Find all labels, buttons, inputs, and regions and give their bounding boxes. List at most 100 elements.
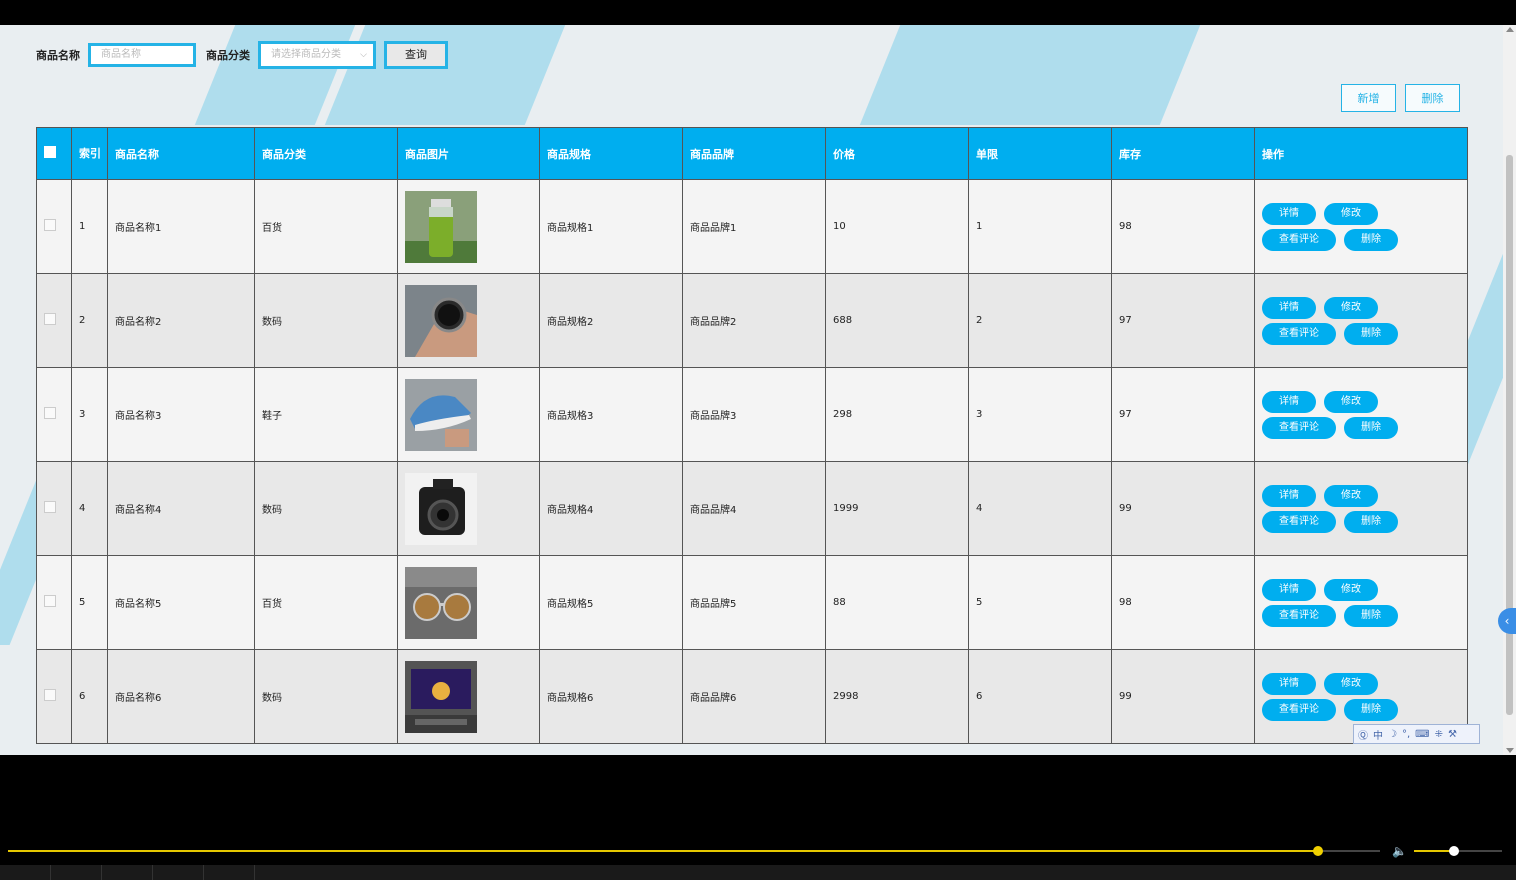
table-row: 4 商品名称4 数码 商品规格4 商品品牌4 1999 4 99 详情 修改 查看评论 删除 — [36, 461, 1468, 556]
add-button[interactable]: 新增 — [1341, 84, 1396, 112]
cell-spec: 商品规格4 — [539, 461, 683, 556]
detail-button[interactable]: 详情 — [1262, 672, 1316, 695]
detail-button[interactable]: 详情 — [1262, 296, 1316, 319]
top-black-bar — [0, 0, 1516, 25]
view-comments-button[interactable]: 查看评论 — [1262, 416, 1336, 439]
row-checkbox[interactable] — [44, 313, 56, 325]
punctuation-icon[interactable]: °, — [1402, 729, 1410, 740]
wrench-icon[interactable]: ⚒ — [1448, 729, 1457, 740]
row-checkbox[interactable] — [44, 595, 56, 607]
row-select-cell — [36, 555, 72, 650]
row-select-cell — [36, 273, 72, 368]
detail-button[interactable]: 详情 — [1262, 202, 1316, 225]
table-row: 2 商品名称2 数码 商品规格2 商品品牌2 688 2 97 详情 修改 查看评论 删除 — [36, 273, 1468, 368]
cell-ops: 详情 修改查看评论 删除 — [1254, 555, 1468, 650]
view-comments-button[interactable]: 查看评论 — [1262, 604, 1336, 627]
vertical-scrollbar[interactable] — [1503, 25, 1516, 755]
row-checkbox[interactable] — [44, 501, 56, 513]
progress-knob[interactable] — [1313, 846, 1324, 856]
cell-stock: 99 — [1111, 649, 1255, 744]
delete-row-button[interactable]: 删除 — [1344, 510, 1398, 533]
cell-name: 商品名称5 — [107, 555, 255, 650]
volume-slider[interactable] — [1414, 846, 1502, 856]
edit-button[interactable]: 修改 — [1324, 484, 1378, 507]
cell-name: 商品名称2 — [107, 273, 255, 368]
name-label: 商品名称 — [36, 49, 80, 62]
header-ops: 操作 — [1254, 127, 1468, 180]
moon-icon[interactable]: ☽ — [1388, 729, 1397, 740]
ime-mode[interactable]: 中 — [1373, 727, 1383, 742]
edit-button[interactable]: 修改 — [1324, 202, 1378, 225]
product-table: 索引 商品名称 商品分类 商品图片 商品规格 商品品牌 价格 单限 库存 操作 … — [36, 127, 1468, 744]
search-bar: 商品名称 商品名称 商品分类 请选择商品分类 ⌵ 查询 — [36, 40, 448, 70]
table-row: 3 商品名称3 鞋子 商品规格3 商品品牌3 298 3 97 详情 修改 查看评论 删除 — [36, 367, 1468, 462]
detail-button[interactable]: 详情 — [1262, 484, 1316, 507]
scroll-up-icon[interactable] — [1506, 27, 1514, 32]
ime-logo-icon: Ⓠ — [1358, 730, 1368, 742]
table-row: 1 商品名称1 百货 商品规格1 商品品牌1 10 1 98 详情 修改 查看评论 删除 — [36, 179, 1468, 274]
toolbox-icon[interactable]: ⁜ — [1435, 729, 1443, 740]
delete-row-button[interactable]: 删除 — [1344, 228, 1398, 251]
cell-brand: 商品品牌5 — [682, 555, 826, 650]
cell-brand: 商品品牌3 — [682, 367, 826, 462]
cell-limit: 4 — [968, 461, 1112, 556]
cell-ops: 详情 修改查看评论 删除 — [1254, 461, 1468, 556]
name-search-input[interactable]: 商品名称 — [88, 43, 196, 67]
volume-knob[interactable] — [1448, 846, 1459, 856]
header-image: 商品图片 — [397, 127, 540, 180]
cell-index: 4 — [71, 461, 108, 556]
detail-button[interactable]: 详情 — [1262, 578, 1316, 601]
row-checkbox[interactable] — [44, 689, 56, 701]
header-limit: 单限 — [968, 127, 1112, 180]
header-name: 商品名称 — [107, 127, 255, 180]
keyboard-icon[interactable]: ⌨ — [1415, 729, 1429, 740]
cell-spec: 商品规格3 — [539, 367, 683, 462]
product-image — [405, 472, 477, 545]
cell-limit: 3 — [968, 367, 1112, 462]
row-select-cell — [36, 461, 72, 556]
edit-button[interactable]: 修改 — [1324, 672, 1378, 695]
cell-category: 百货 — [254, 555, 398, 650]
chevron-down-icon: ⌵ — [360, 50, 367, 60]
product-image — [405, 190, 477, 263]
view-comments-button[interactable]: 查看评论 — [1262, 510, 1336, 533]
cell-image — [397, 179, 540, 274]
delete-row-button[interactable]: 删除 — [1344, 604, 1398, 627]
cell-index: 5 — [71, 555, 108, 650]
scroll-down-icon[interactable] — [1506, 748, 1514, 753]
delete-row-button[interactable]: 删除 — [1344, 416, 1398, 439]
view-comments-button[interactable]: 查看评论 — [1262, 228, 1336, 251]
edit-button[interactable]: 修改 — [1324, 296, 1378, 319]
edit-button[interactable]: 修改 — [1324, 578, 1378, 601]
query-button[interactable]: 查询 — [384, 41, 448, 69]
cell-stock: 98 — [1111, 555, 1255, 650]
detail-button[interactable]: 详情 — [1262, 390, 1316, 413]
batch-delete-button[interactable]: 删除 — [1405, 84, 1460, 112]
header-category: 商品分类 — [254, 127, 398, 180]
progress-fill — [8, 850, 1319, 852]
cell-spec: 商品规格6 — [539, 649, 683, 744]
cell-spec: 商品规格1 — [539, 179, 683, 274]
row-checkbox[interactable] — [44, 219, 56, 231]
select-all-checkbox[interactable] — [44, 146, 56, 158]
table-header-row: 索引 商品名称 商品分类 商品图片 商品规格 商品品牌 价格 单限 库存 操作 — [36, 127, 1468, 180]
delete-row-button[interactable]: 删除 — [1344, 698, 1398, 721]
view-comments-button[interactable]: 查看评论 — [1262, 698, 1336, 721]
ime-toolbar[interactable]: Ⓠ 中 ☽ °, ⌨ ⁜ ⚒ — [1353, 724, 1480, 744]
delete-row-button[interactable]: 删除 — [1344, 322, 1398, 345]
cell-price: 298 — [825, 367, 969, 462]
volume-icon[interactable]: 🔈 — [1392, 844, 1407, 858]
row-checkbox[interactable] — [44, 407, 56, 419]
cell-price: 88 — [825, 555, 969, 650]
cell-price: 1999 — [825, 461, 969, 556]
cell-image — [397, 367, 540, 462]
cell-ops: 详情 修改查看评论 删除 — [1254, 179, 1468, 274]
header-spec: 商品规格 — [539, 127, 683, 180]
cell-price: 688 — [825, 273, 969, 368]
progress-bar[interactable] — [8, 846, 1380, 856]
product-image — [405, 566, 477, 639]
category-select[interactable]: 请选择商品分类 ⌵ — [258, 41, 376, 69]
edit-button[interactable]: 修改 — [1324, 390, 1378, 413]
view-comments-button[interactable]: 查看评论 — [1262, 322, 1336, 345]
header-index: 索引 — [71, 127, 108, 180]
